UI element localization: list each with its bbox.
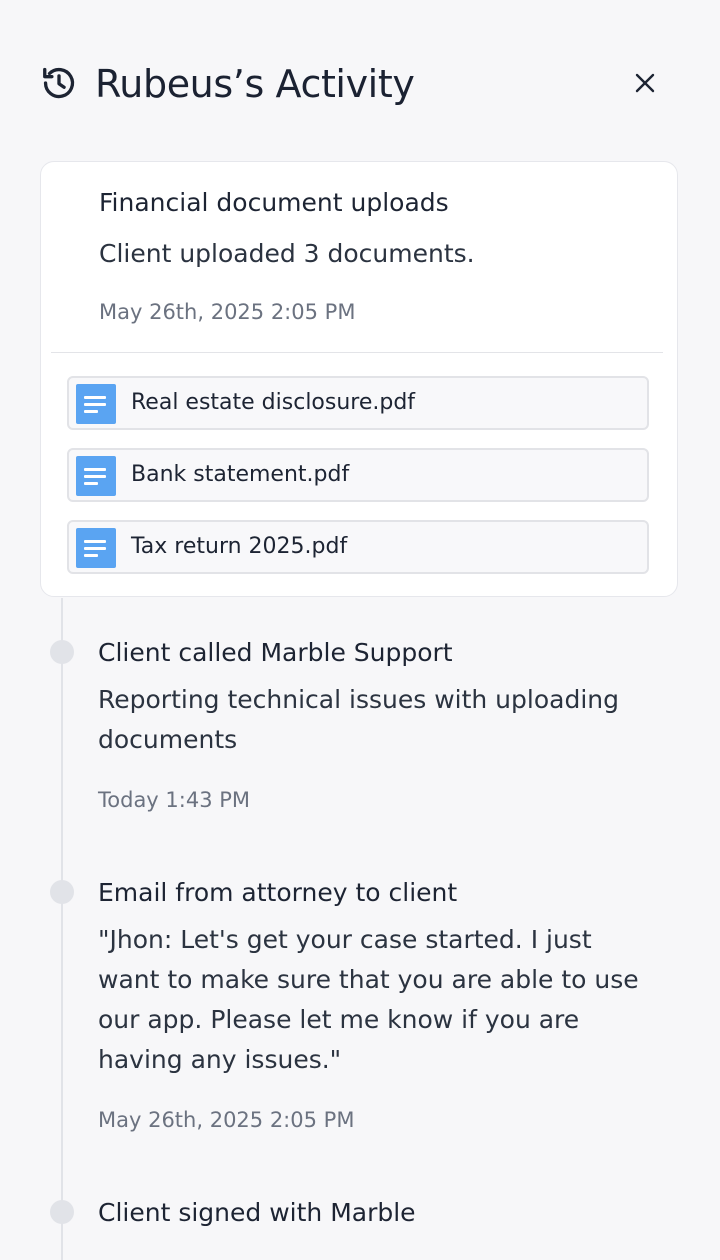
file-attachment[interactable]: Real estate disclosure.pdf	[67, 376, 649, 430]
timeline-event: Email from attorney to client "Jhon: Let…	[48, 876, 668, 1146]
timeline-dot	[50, 640, 74, 664]
history-icon	[43, 67, 75, 99]
event-description: Client uploaded 3 documents.	[99, 239, 475, 268]
timeline-event: Client called Marble Support Reporting t…	[48, 636, 668, 826]
activity-card-financial-uploads: Financial document uploads Client upload…	[40, 161, 678, 597]
event-title: Financial document uploads	[99, 188, 449, 217]
divider	[51, 352, 663, 353]
file-name: Tax return 2025.pdf	[131, 534, 348, 559]
event-timestamp: Today 1:43 PM	[98, 788, 251, 812]
timeline-dot	[50, 880, 74, 904]
document-icon	[76, 456, 116, 496]
timeline-dot	[50, 1200, 74, 1224]
activity-header: Rubeus’s Activity	[40, 58, 680, 110]
file-name: Real estate disclosure.pdf	[131, 390, 416, 415]
event-description: "Jhon: Let's get your case started. I ju…	[98, 925, 639, 1074]
event-title: Client called Marble Support	[98, 638, 453, 667]
event-title: Email from attorney to client	[98, 878, 458, 907]
file-attachment[interactable]: Tax return 2025.pdf	[67, 520, 649, 574]
event-description: Reporting technical issues with uploadin…	[98, 685, 619, 754]
close-button[interactable]	[630, 68, 660, 98]
document-icon	[76, 528, 116, 568]
file-name: Bank statement.pdf	[131, 462, 350, 487]
event-title: Client signed with Marble	[98, 1198, 416, 1227]
file-attachment[interactable]: Bank statement.pdf	[67, 448, 649, 502]
close-icon[interactable]	[630, 68, 660, 98]
document-icon	[76, 384, 116, 424]
event-timestamp: May 26th, 2025 2:05 PM	[98, 1108, 355, 1132]
event-timestamp: May 26th, 2025 2:05 PM	[99, 300, 356, 324]
page-title: Rubeus’s Activity	[95, 62, 415, 106]
timeline-event: Client signed with Marble	[48, 1196, 668, 1236]
